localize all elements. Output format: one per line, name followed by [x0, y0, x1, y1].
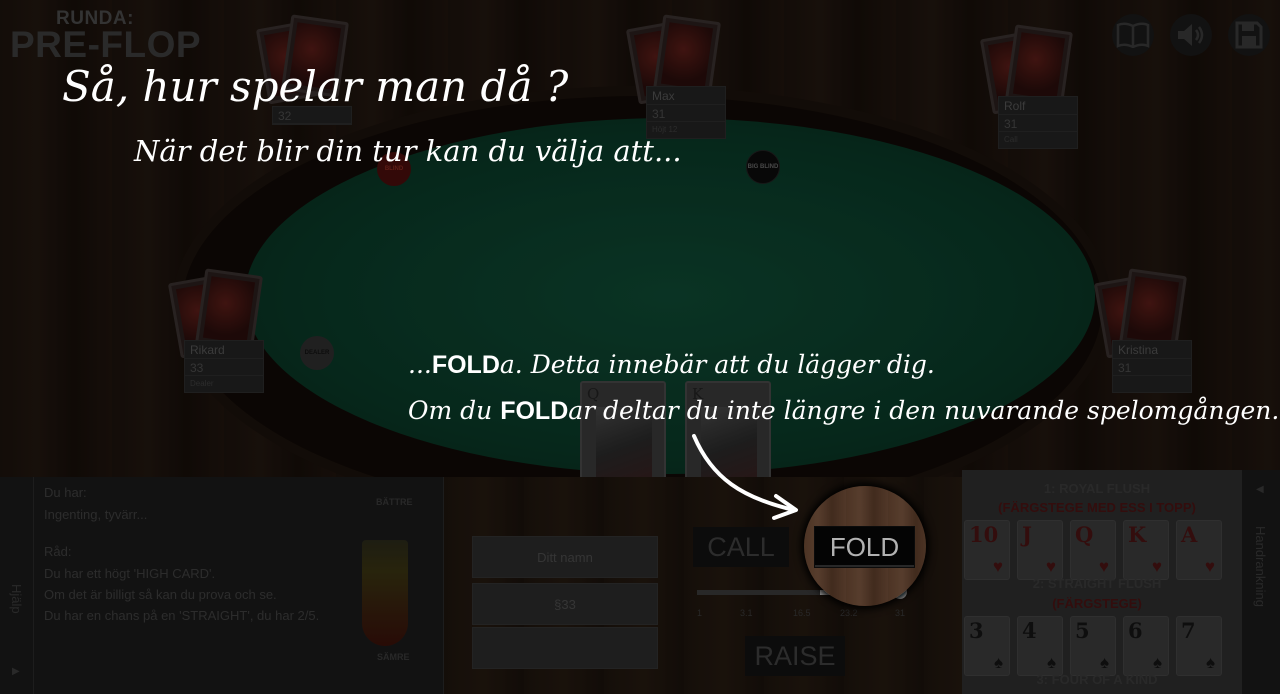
tutorial-arrow-icon: [692, 434, 798, 520]
game-screen: RUNDA: PRE-FLOP 32 Max 31 Höjt 12 Rolf 3…: [0, 0, 1280, 694]
tutorial-line-1: ...FOLDa. Detta innebär att du lägger di…: [408, 350, 935, 379]
tutorial-line-2: Om du FOLDar deltar du inte längre i den…: [408, 396, 1280, 425]
fold-keyword: FOLD: [431, 351, 500, 379]
fold-keyword: FOLD: [500, 397, 569, 425]
tutorial-heading: Så, hur spelar man då ?: [62, 62, 569, 111]
tutorial-subheading: När det blir din tur kan du välja att...: [134, 134, 682, 168]
